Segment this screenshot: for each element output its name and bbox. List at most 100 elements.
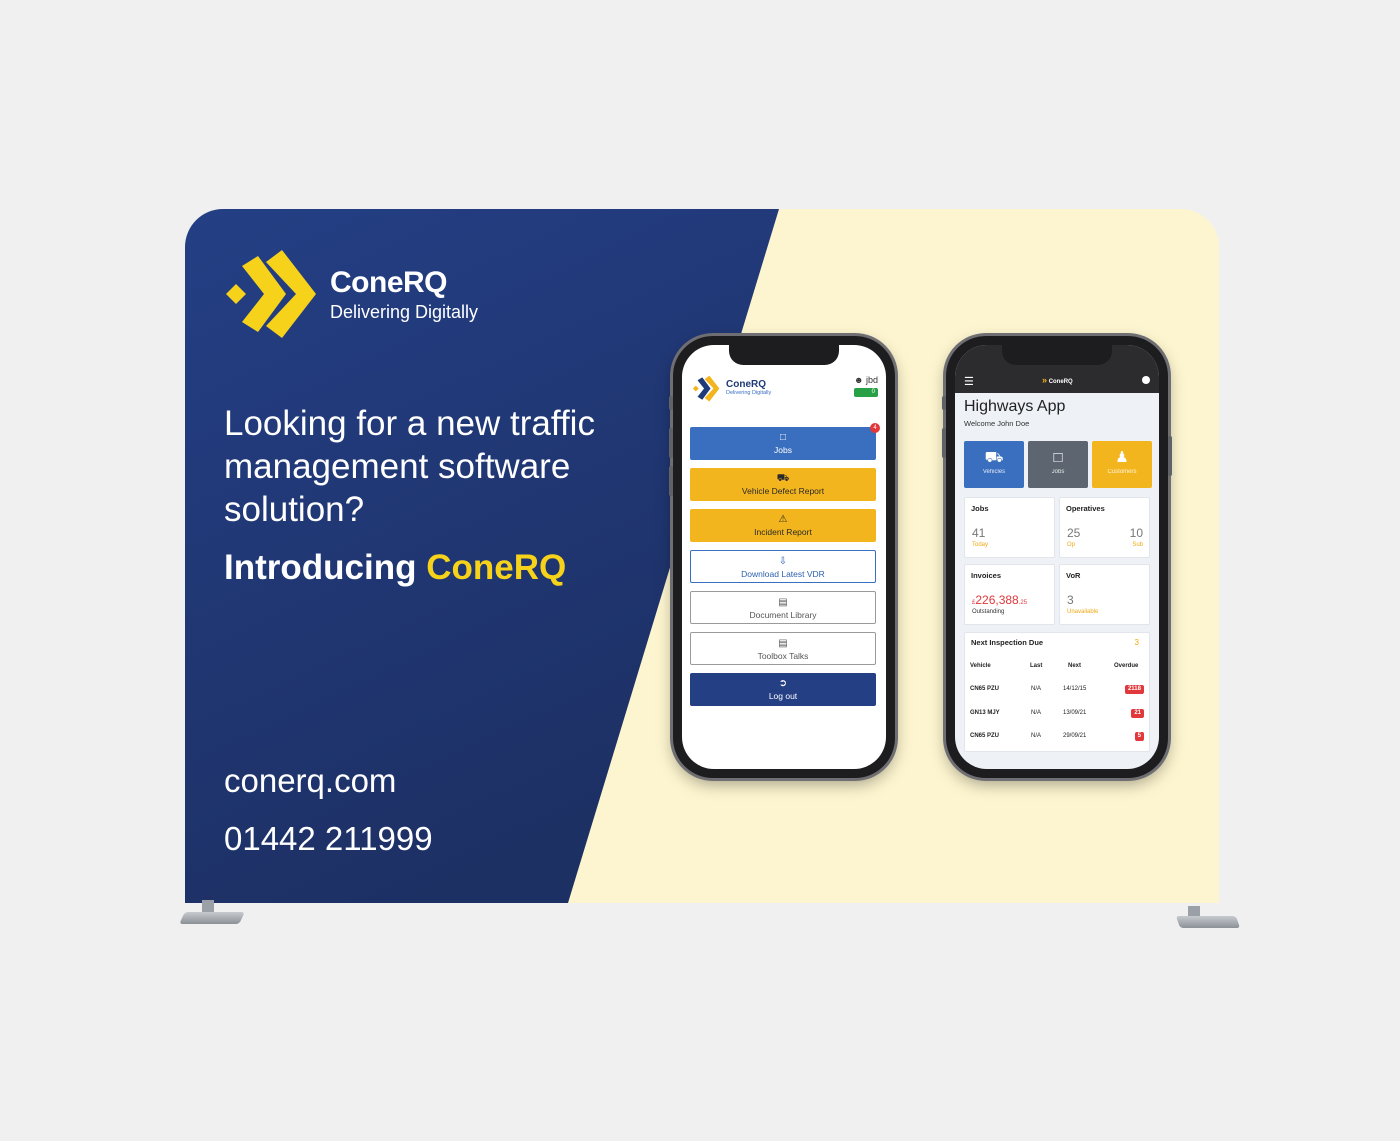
app-logo: ConeRQ Delivering Digitally xyxy=(692,375,802,405)
menu-button-label: Vehicle Defect Report xyxy=(741,486,825,496)
card-caption-sub: Sub xyxy=(1132,542,1143,548)
menu-button-label: Download Latest VDR xyxy=(741,569,825,579)
card-value: 41 xyxy=(972,526,986,540)
tile-label: Jobs xyxy=(1051,469,1065,475)
column-header-next: Next xyxy=(1068,663,1082,669)
cell-vehicle: CN65 PZU xyxy=(970,686,1000,692)
app-logo-tagline: Delivering Digitally xyxy=(726,390,772,396)
inspection-title: Next Inspection Due xyxy=(971,638,1044,647)
intro-prefix: Introducing xyxy=(224,548,417,587)
intro-brand: ConeRQ xyxy=(426,548,567,587)
car-crash-icon: ⚠ xyxy=(778,514,788,525)
notification-badge[interactable]: 0 xyxy=(854,388,878,397)
column-header-overdue: Overdue xyxy=(1114,663,1139,669)
menu-button-download-vdr[interactable]: ⇩ Download Latest VDR xyxy=(690,550,876,583)
menu-button-document-library[interactable]: ▤ Document Library xyxy=(690,591,876,624)
tile-label: Vehicles xyxy=(982,469,1006,475)
chevron-logo-icon xyxy=(692,375,720,402)
menu-button-label: Document Library xyxy=(749,610,817,620)
cell-last: N/A xyxy=(1031,686,1042,692)
cell-last: N/A xyxy=(1031,733,1042,739)
menu-button-jobs[interactable]: □ Jobs 4 xyxy=(690,423,880,460)
invoice-amount: 226,388 xyxy=(975,593,1019,607)
card-value: £226,388.25 xyxy=(972,593,1027,607)
card-invoices[interactable]: Invoices £226,388.25 Outstanding xyxy=(964,564,1055,625)
inspection-count: 3 xyxy=(1134,638,1139,647)
card-caption-op: Op xyxy=(1067,542,1076,548)
clipboard-icon: □ xyxy=(779,432,787,443)
cell-next: 14/12/15 xyxy=(1063,686,1087,692)
tile-jobs[interactable]: □ Jobs xyxy=(1028,441,1088,488)
menu-button-label: Incident Report xyxy=(754,527,812,537)
menu-button-label: Log out xyxy=(768,691,798,701)
card-value-op: 25 xyxy=(1067,526,1081,540)
cell-vehicle: GN13 MJY xyxy=(970,710,1000,716)
card-title: Operatives xyxy=(1066,504,1105,513)
invoice-pence: .25 xyxy=(1018,600,1028,606)
card-caption: Outstanding xyxy=(972,609,1005,615)
card-title: Invoices xyxy=(971,571,1002,580)
cell-next: 13/09/21 xyxy=(1063,710,1087,716)
document-icon: ▤ xyxy=(778,597,788,608)
user-account[interactable]: ☻ jbd xyxy=(854,375,878,385)
overdue-badge: 21 xyxy=(1131,709,1144,718)
welcome-message: Welcome John Doe xyxy=(964,419,1030,428)
banner-foot-left xyxy=(178,900,245,930)
card-caption: Today xyxy=(972,542,989,548)
logo-name: ConeRQ xyxy=(330,266,448,299)
phone-mockup-menu: ConeRQ Delivering Digitally ☻ jbd 0 □ Jo… xyxy=(669,336,895,778)
phone-mockup-dashboard: ☰ » ConeRQ Highways App Welcome John Doe… xyxy=(942,336,1172,778)
download-file-icon: ⇩ xyxy=(778,556,788,567)
card-title: Jobs xyxy=(971,504,989,513)
jobs-count-badge: 4 xyxy=(870,423,880,433)
menu-button-log-out[interactable]: ➲ Log out xyxy=(690,673,876,706)
hamburger-menu-icon[interactable]: ☰ xyxy=(964,375,974,388)
app-logo: » ConeRQ xyxy=(1042,375,1073,385)
overdue-badge: 2118 xyxy=(1124,685,1144,694)
cell-vehicle: CN65 PZU xyxy=(970,733,1000,739)
document-icon: ▤ xyxy=(778,638,788,649)
phone-screen: ConeRQ Delivering Digitally ☻ jbd 0 □ Jo… xyxy=(682,345,886,769)
contact-phone[interactable]: 01442 211999 xyxy=(224,820,433,858)
card-caption: Unavailable xyxy=(1067,609,1099,615)
menu-button-toolbox-talks[interactable]: ▤ Toolbox Talks xyxy=(690,632,876,665)
headline: Looking for a new traffic management sof… xyxy=(224,404,595,529)
users-icon: ♟ xyxy=(1115,449,1129,466)
user-name: jbd xyxy=(865,375,878,385)
column-header-last: Last xyxy=(1030,663,1043,669)
card-title: VoR xyxy=(1066,571,1081,580)
dashboard-title: Highways App xyxy=(964,398,1066,415)
tile-label: Customers xyxy=(1107,469,1137,475)
truck-icon: ⛟ xyxy=(776,473,790,484)
cell-last: N/A xyxy=(1031,710,1042,716)
card-operatives[interactable]: Operatives 25 Op 10 Sub xyxy=(1059,497,1150,558)
card-vor[interactable]: VoR 3 Unavailable xyxy=(1059,564,1150,625)
card-value-sub: 10 xyxy=(1129,526,1143,540)
chevron-logo-icon xyxy=(226,250,316,338)
overdue-badge: 5 xyxy=(1134,732,1144,741)
card-value: 3 xyxy=(1067,593,1074,607)
menu-button-label: Toolbox Talks xyxy=(757,651,809,661)
menu-button-label: Jobs xyxy=(774,445,792,455)
phone-screen: ☰ » ConeRQ Highways App Welcome John Doe… xyxy=(955,345,1159,769)
intro-line: Introducing ConeRQ xyxy=(224,548,566,588)
card-jobs[interactable]: Jobs 41 Today xyxy=(964,497,1055,558)
app-logo-name: ConeRQ xyxy=(726,379,766,390)
clipboard-icon: □ xyxy=(1053,449,1063,466)
conerq-logo: ConeRQ Delivering Digitally xyxy=(224,248,484,343)
chevron-logo-icon: » xyxy=(1042,375,1048,385)
column-header-vehicle: Vehicle xyxy=(970,663,991,669)
user-icon: ☻ xyxy=(853,375,864,385)
truck-icon: ⛟ xyxy=(984,449,1004,466)
tile-customers[interactable]: ♟ Customers xyxy=(1092,441,1152,488)
cell-next: 29/09/21 xyxy=(1063,733,1087,739)
tile-vehicles[interactable]: ⛟ Vehicles xyxy=(964,441,1024,488)
menu-button-incident-report[interactable]: ⚠ Incident Report xyxy=(690,509,876,542)
account-icon[interactable] xyxy=(1142,376,1150,384)
banner-foot-right xyxy=(1172,900,1241,930)
logout-icon: ➲ xyxy=(778,678,788,689)
logo-tagline: Delivering Digitally xyxy=(330,302,479,322)
menu-button-vehicle-defect-report[interactable]: ⛟ Vehicle Defect Report xyxy=(690,468,876,501)
contact-url[interactable]: conerq.com xyxy=(224,762,396,800)
app-logo-name: ConeRQ xyxy=(1048,379,1073,385)
